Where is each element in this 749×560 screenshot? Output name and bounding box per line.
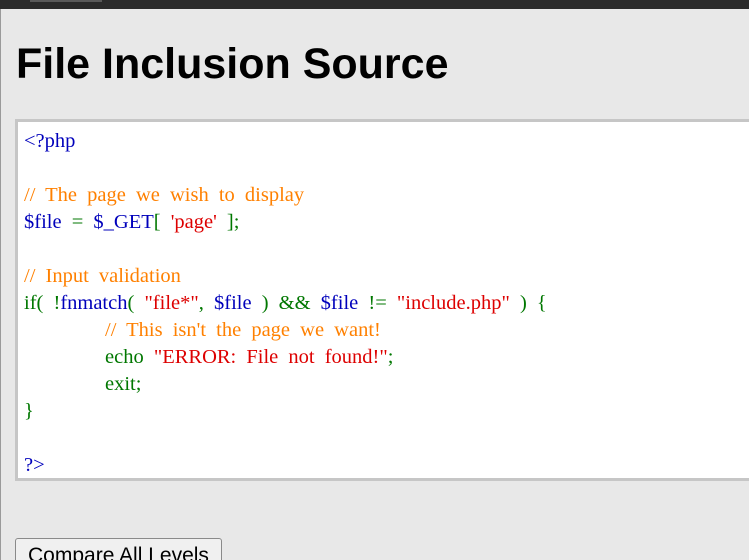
code-line: $file = $_GET[ 'page' ]; bbox=[24, 209, 547, 236]
code-token-keyword: ; bbox=[387, 346, 394, 368]
code-token-keyword: ) && bbox=[261, 292, 321, 314]
code-token-comment: // Input validation bbox=[24, 265, 181, 287]
page-title: File Inclusion Source bbox=[16, 40, 449, 88]
code-token-keyword: [ bbox=[153, 211, 171, 233]
code-token-default: $file bbox=[24, 211, 72, 233]
left-border bbox=[0, 9, 1, 560]
code-token-default: $file bbox=[320, 292, 369, 314]
code-token-string: "file*" bbox=[144, 292, 199, 314]
code-token-keyword: if( bbox=[24, 292, 54, 314]
code-token-keyword: exit; bbox=[24, 373, 142, 395]
code-token-comment: // This isn't the page we want! bbox=[105, 319, 381, 341]
code-token-keyword: ( bbox=[127, 292, 145, 314]
code-token-default: $file bbox=[214, 292, 262, 314]
code-token-string: 'page' bbox=[170, 211, 217, 233]
code-line: exit; bbox=[24, 371, 547, 398]
code-token-keyword: = bbox=[71, 211, 94, 233]
source-code: <?php // The page we wish to display $file… bbox=[24, 128, 547, 478]
code-line: // The page we wish to display bbox=[24, 182, 547, 209]
code-token-keyword: ]; bbox=[216, 211, 240, 233]
top-bar bbox=[0, 0, 749, 9]
source-code-panel: <?php // The page we wish to display $file… bbox=[15, 119, 749, 481]
code-token-default: $_GET bbox=[93, 211, 154, 233]
code-token-string: "include.php" bbox=[396, 292, 520, 314]
code-line: // This isn't the page we want! bbox=[24, 317, 547, 344]
code-token-string: "ERROR: File not found!" bbox=[153, 346, 388, 368]
code-line: ?> bbox=[24, 452, 547, 478]
code-token-keyword: echo bbox=[24, 346, 154, 368]
code-token-keyword: , bbox=[198, 292, 214, 314]
code-line: echo "ERROR: File not found!"; bbox=[24, 344, 547, 371]
code-token-default: fnmatch bbox=[60, 292, 128, 314]
code-line: } bbox=[24, 398, 547, 425]
code-token-keyword: } bbox=[24, 400, 34, 422]
code-token-keyword: ) { bbox=[519, 292, 547, 314]
compare-all-levels-button[interactable]: Compare All Levels bbox=[15, 538, 222, 560]
code-line: if( !fnmatch( "file*", $file ) && $file … bbox=[24, 290, 547, 317]
code-line: <?php bbox=[24, 128, 547, 155]
code-token-keyword bbox=[24, 319, 105, 341]
code-token-default: <?php bbox=[24, 130, 76, 152]
code-token-default: ?> bbox=[24, 454, 45, 476]
code-token-comment: // The page we wish to display bbox=[24, 184, 305, 206]
code-line: // Input validation bbox=[24, 263, 547, 290]
top-bar-tab bbox=[30, 0, 102, 2]
code-token-keyword: != bbox=[368, 292, 397, 314]
